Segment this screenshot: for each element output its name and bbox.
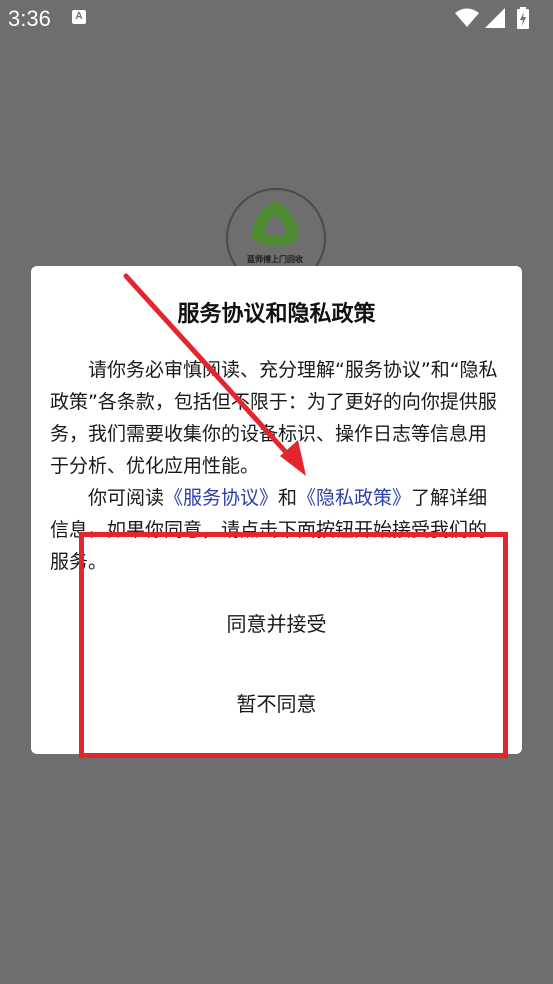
status-icons: [455, 6, 545, 32]
notification-a-icon: A: [72, 10, 86, 24]
paragraph-2-prefix: 你可阅读: [88, 487, 165, 509]
dialog-title: 服务协议和隐私政策: [177, 302, 376, 327]
paragraph-2-and: 和: [278, 487, 298, 509]
service-agreement-link[interactable]: 《服务协议》: [164, 487, 278, 509]
battery-charging-icon: [517, 7, 529, 29]
annotation-highlight-box: [79, 532, 508, 758]
privacy-policy-link[interactable]: 《隐私政策》: [297, 487, 411, 509]
dialog-paragraph-1: 请你务必审慎阅读、充分理解“服务协议”和“隐私政策”各条款，包括但不限于：为了更…: [50, 359, 498, 477]
status-time: 3:36: [8, 6, 51, 31]
status-bar: 3:36 A: [0, 0, 553, 38]
cell-signal-icon: [485, 8, 505, 28]
wifi-icon: [455, 8, 479, 27]
recycle-logo-icon: [251, 202, 299, 246]
logo-text: 蓝师傅上门回收: [247, 255, 303, 264]
